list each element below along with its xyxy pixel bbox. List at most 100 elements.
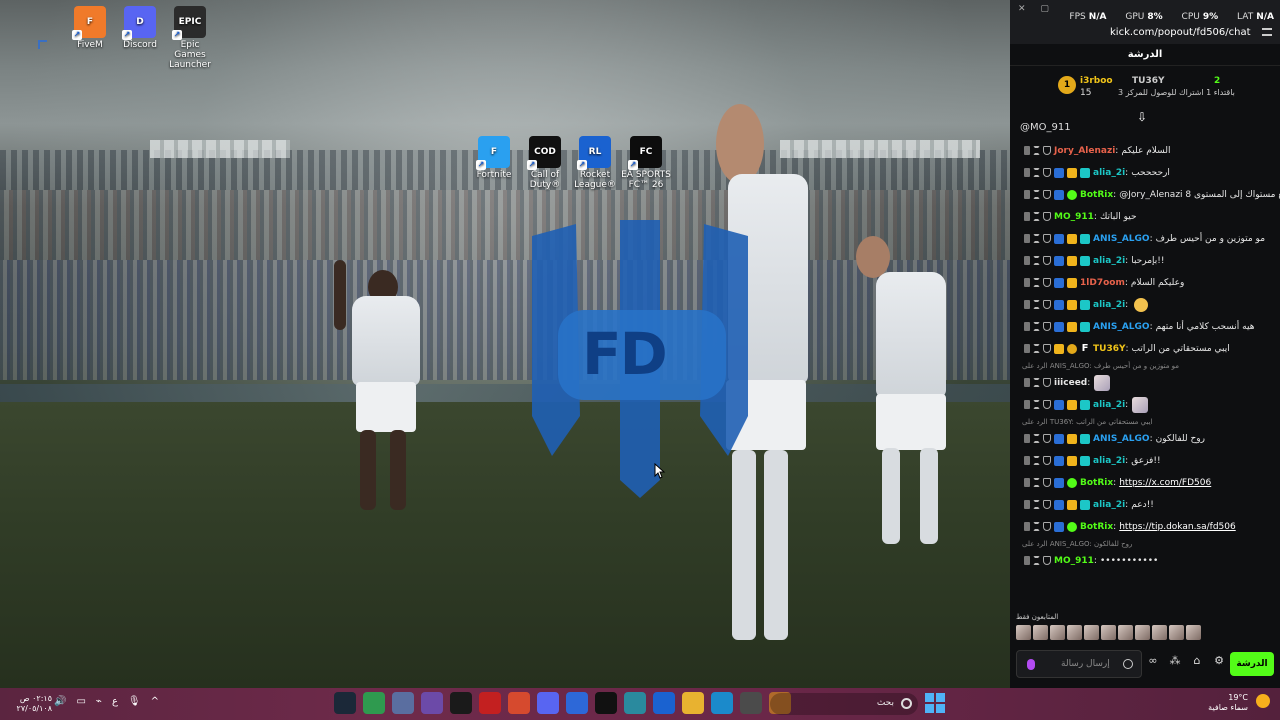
desktop-icon[interactable]: FC ↗ EA SPORTS FC™ 26 (620, 136, 672, 190)
ban-icon[interactable] (1043, 167, 1051, 177)
ban-icon[interactable] (1043, 189, 1051, 199)
ban-icon[interactable] (1043, 277, 1051, 287)
trash-icon[interactable] (1024, 212, 1030, 221)
chat-input[interactable]: إرسال رسالة (1016, 650, 1142, 678)
desktop-icon[interactable]: COD ↗ Call of Duty® (519, 136, 571, 190)
trash-icon[interactable] (1024, 343, 1030, 353)
trash-icon[interactable] (1024, 477, 1030, 487)
timeout-icon[interactable] (1033, 299, 1040, 309)
ban-icon[interactable] (1043, 399, 1051, 409)
ban-icon[interactable] (1043, 212, 1051, 221)
timeout-icon[interactable] (1033, 455, 1040, 465)
network-icon[interactable]: ⌁ (96, 696, 102, 707)
trash-icon[interactable] (1024, 378, 1030, 387)
desktop-icon[interactable]: EPIC ↗ Epic Games Launcher (164, 6, 216, 70)
ban-icon[interactable] (1043, 378, 1051, 387)
timeout-icon[interactable] (1033, 499, 1040, 509)
timeout-icon[interactable] (1033, 167, 1040, 177)
ban-icon[interactable] (1043, 556, 1051, 565)
chat-username[interactable]: TU36Y (1093, 344, 1126, 354)
weather-widget[interactable]: 19°C سماء صافية (1208, 693, 1270, 713)
chat-username[interactable]: alia_2i (1093, 256, 1125, 266)
desktop-icon[interactable]: F ↗ Fortnite (468, 136, 520, 180)
trash-icon[interactable] (1024, 189, 1030, 199)
steam-icon[interactable] (334, 692, 356, 714)
tune-icon[interactable] (1262, 28, 1272, 36)
rocket-league-icon[interactable] (653, 692, 675, 714)
store-icon[interactable] (421, 692, 443, 714)
mic-tray-icon[interactable]: 🎙 (128, 696, 141, 707)
avatar[interactable] (1033, 625, 1048, 640)
desktop-icon[interactable]: F ↗ FiveM (64, 6, 116, 50)
ban-icon[interactable] (1043, 343, 1051, 353)
store-icon[interactable]: ⌂ (1190, 654, 1204, 668)
start-button[interactable] (925, 693, 945, 713)
ban-icon[interactable] (1043, 321, 1051, 331)
clock[interactable]: ٠٢:١٥ ص ٢٧/٠٥/١٠٨ (12, 694, 52, 714)
app-green-icon[interactable] (363, 692, 385, 714)
mic-icon[interactable] (1027, 659, 1035, 670)
chat-username[interactable]: Jory_Alenazi (1054, 146, 1115, 156)
avatar[interactable] (1016, 625, 1031, 640)
timeout-icon[interactable] (1033, 277, 1040, 287)
avatar[interactable] (1135, 625, 1150, 640)
ban-icon[interactable] (1043, 455, 1051, 465)
desktop-icon[interactable]: D ↗ Discord (114, 6, 166, 50)
trash-icon[interactable] (1024, 299, 1030, 309)
timeout-icon[interactable] (1033, 378, 1040, 387)
volume-icon[interactable]: 🔊 (54, 696, 66, 707)
trash-icon[interactable] (1024, 499, 1030, 509)
leader-second-name[interactable]: TU36Y (1132, 76, 1165, 86)
ban-icon[interactable] (1043, 233, 1051, 243)
timeout-icon[interactable] (1033, 321, 1040, 331)
share-icon[interactable]: ⁂ (1168, 654, 1182, 668)
chat-username[interactable]: alia_2i (1093, 300, 1125, 310)
chat-link[interactable]: https://x.com/FD506 (1119, 478, 1211, 488)
trash-icon[interactable] (1024, 321, 1030, 331)
timeout-icon[interactable] (1033, 255, 1040, 265)
chat-username[interactable]: MO_911 (1054, 556, 1094, 566)
timeout-icon[interactable] (1033, 189, 1040, 199)
chat-username[interactable]: alia_2i (1093, 400, 1125, 410)
cod-icon[interactable] (595, 692, 617, 714)
chat-username[interactable]: ANIS_ALGO (1093, 234, 1150, 244)
timeout-icon[interactable] (1033, 521, 1040, 531)
send-chat-button[interactable]: الدرشة (1230, 652, 1274, 676)
ban-icon[interactable] (1043, 255, 1051, 265)
trash-icon[interactable] (1024, 399, 1030, 409)
avatar[interactable] (1067, 625, 1082, 640)
ban-icon[interactable] (1043, 299, 1051, 309)
avatar[interactable] (1050, 625, 1065, 640)
ban-icon[interactable] (1043, 499, 1051, 509)
desktop-icon[interactable]: RL ↗ Rocket League® (569, 136, 621, 190)
chat-username[interactable]: alia_2i (1093, 456, 1125, 466)
chat-username[interactable]: alia_2i (1093, 168, 1125, 178)
trash-icon[interactable] (1024, 433, 1030, 443)
emoji-icon[interactable] (1123, 659, 1133, 669)
pinned-arrow-icon[interactable]: ⇩ (1137, 110, 1147, 124)
trash-icon[interactable] (1024, 455, 1030, 465)
avatar[interactable] (1118, 625, 1133, 640)
timeout-icon[interactable] (1033, 233, 1040, 243)
chat-username[interactable]: 1lD7oom (1080, 278, 1125, 288)
edge-icon[interactable] (711, 692, 733, 714)
chat-username[interactable]: BotRix (1080, 190, 1113, 200)
avatar[interactable] (1101, 625, 1116, 640)
timeout-icon[interactable] (1033, 212, 1040, 221)
timeout-icon[interactable] (1033, 433, 1040, 443)
timeout-icon[interactable] (1033, 477, 1040, 487)
search-box[interactable]: بحث (770, 693, 918, 715)
timeout-icon[interactable] (1033, 343, 1040, 353)
infinity-icon[interactable]: ∞ (1146, 654, 1160, 668)
trash-icon[interactable] (1024, 146, 1030, 155)
chat-username[interactable]: alia_2i (1093, 500, 1125, 510)
chat-link[interactable]: https://tip.dokan.sa/fd506 (1119, 522, 1236, 532)
trash-icon[interactable] (1024, 233, 1030, 243)
chrome-icon[interactable] (508, 692, 530, 714)
leader-first-name[interactable]: i3rboo (1080, 76, 1113, 86)
chat-username[interactable]: BotRix (1080, 478, 1113, 488)
trash-icon[interactable] (1024, 167, 1030, 177)
trash-icon[interactable] (1024, 255, 1030, 265)
app-blue-icon[interactable] (566, 692, 588, 714)
chat-username[interactable]: ANIS_ALGO (1093, 322, 1150, 332)
